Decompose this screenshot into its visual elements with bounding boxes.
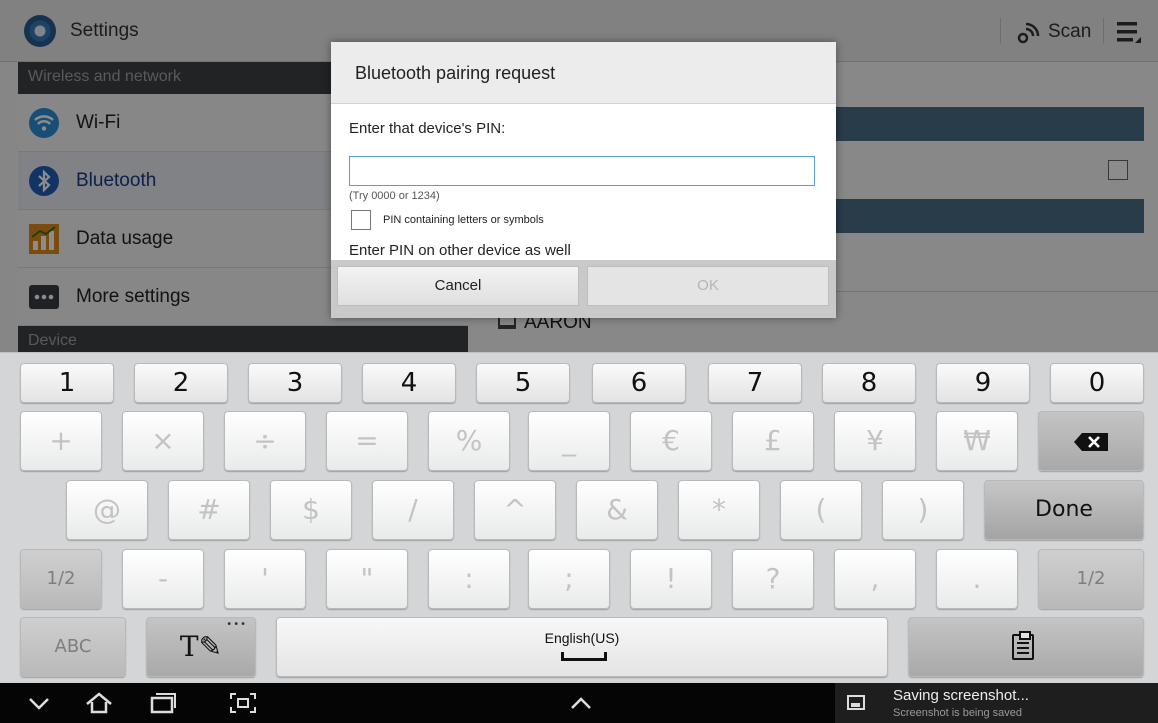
key-quote[interactable]: "	[326, 549, 408, 609]
key-dollar[interactable]: $	[270, 480, 352, 540]
key-close-paren[interactable]: )	[882, 480, 964, 540]
notification-title: Saving screenshot...	[893, 687, 1029, 704]
page-toggle-key[interactable]: 1/2	[1038, 549, 1144, 609]
screenshot-icon[interactable]	[228, 691, 258, 715]
key-4[interactable]: 4	[362, 363, 456, 403]
home-icon[interactable]	[84, 691, 114, 715]
key-7[interactable]: 7	[708, 363, 802, 403]
space-key[interactable]: English(US)	[276, 617, 888, 677]
chevron-up-icon[interactable]	[566, 691, 596, 715]
key-5[interactable]: 5	[476, 363, 570, 403]
more-options-icon: •••	[226, 619, 247, 630]
key-9[interactable]: 9	[936, 363, 1030, 403]
key-0[interactable]: 0	[1050, 363, 1144, 403]
key-yen[interactable]: ¥	[834, 411, 916, 471]
key-equals[interactable]: =	[326, 411, 408, 471]
checkbox-label: PIN containing letters or symbols	[383, 214, 544, 226]
system-bar: Saving screenshot... Screenshot is being…	[0, 683, 1158, 723]
key-caret[interactable]: ^	[474, 480, 556, 540]
recent-apps-icon[interactable]	[148, 691, 178, 715]
key-3[interactable]: 3	[248, 363, 342, 403]
key-apostrophe[interactable]: '	[224, 549, 306, 609]
image-icon	[847, 695, 865, 710]
dialog-title: Bluetooth pairing request	[331, 42, 836, 104]
handwriting-key[interactable]: T✎ •••	[146, 617, 256, 677]
handwriting-label: T	[179, 630, 199, 663]
key-plus[interactable]: +	[20, 411, 102, 471]
ok-button[interactable]: OK	[587, 266, 829, 306]
on-screen-keyboard: 1 2 3 4 5 6 7 8 9 0 + × ÷ = % _ € £ ¥ ₩ …	[0, 352, 1158, 683]
key-colon[interactable]: :	[428, 549, 510, 609]
language-label: English(US)	[544, 630, 620, 646]
pin-input[interactable]	[349, 156, 815, 186]
key-euro[interactable]: €	[630, 411, 712, 471]
key-pound[interactable]: £	[732, 411, 814, 471]
key-slash[interactable]: /	[372, 480, 454, 540]
space-icon	[561, 652, 607, 661]
key-semicolon[interactable]: ;	[528, 549, 610, 609]
screenshot-notification[interactable]: Saving screenshot... Screenshot is being…	[835, 683, 1158, 723]
hide-keyboard-icon[interactable]	[24, 691, 54, 715]
key-2[interactable]: 2	[134, 363, 228, 403]
key-multiply[interactable]: ×	[122, 411, 204, 471]
done-key[interactable]: Done	[984, 480, 1144, 540]
pin-prompt: Enter that device's PIN:	[349, 120, 506, 137]
key-won[interactable]: ₩	[936, 411, 1018, 471]
clipboard-key[interactable]	[908, 617, 1144, 677]
pin-hint: (Try 0000 or 1234)	[349, 190, 440, 202]
notification-subtitle: Screenshot is being saved	[893, 707, 1023, 719]
alphanumeric-pin-checkbox[interactable]	[351, 210, 371, 230]
key-comma[interactable]: ,	[834, 549, 916, 609]
backspace-icon	[1074, 433, 1108, 451]
key-exclamation[interactable]: !	[630, 549, 712, 609]
key-percent[interactable]: %	[428, 411, 510, 471]
key-1[interactable]: 1	[20, 363, 114, 403]
key-open-paren[interactable]: (	[780, 480, 862, 540]
key-underscore[interactable]: _	[528, 411, 610, 471]
backspace-key[interactable]	[1038, 411, 1144, 471]
key-asterisk[interactable]: *	[678, 480, 760, 540]
key-hash[interactable]: #	[168, 480, 250, 540]
key-6[interactable]: 6	[592, 363, 686, 403]
key-divide[interactable]: ÷	[224, 411, 306, 471]
pairing-dialog: Bluetooth pairing request Enter that dev…	[331, 42, 836, 318]
abc-key[interactable]: ABC	[20, 617, 126, 677]
key-ampersand[interactable]: &	[576, 480, 658, 540]
key-at[interactable]: @	[66, 480, 148, 540]
pin-note: Enter PIN on other device as well	[349, 242, 571, 259]
dialog-button-bar: Cancel OK	[331, 260, 836, 318]
key-hyphen[interactable]: -	[122, 549, 204, 609]
cancel-button[interactable]: Cancel	[337, 266, 579, 306]
dialog-body: Enter that device's PIN: (Try 0000 or 12…	[331, 104, 836, 260]
key-period[interactable]: .	[936, 549, 1018, 609]
clipboard-icon	[1012, 631, 1034, 660]
key-8[interactable]: 8	[822, 363, 916, 403]
key-question[interactable]: ?	[732, 549, 814, 609]
page-toggle-key[interactable]: 1/2	[20, 549, 102, 609]
